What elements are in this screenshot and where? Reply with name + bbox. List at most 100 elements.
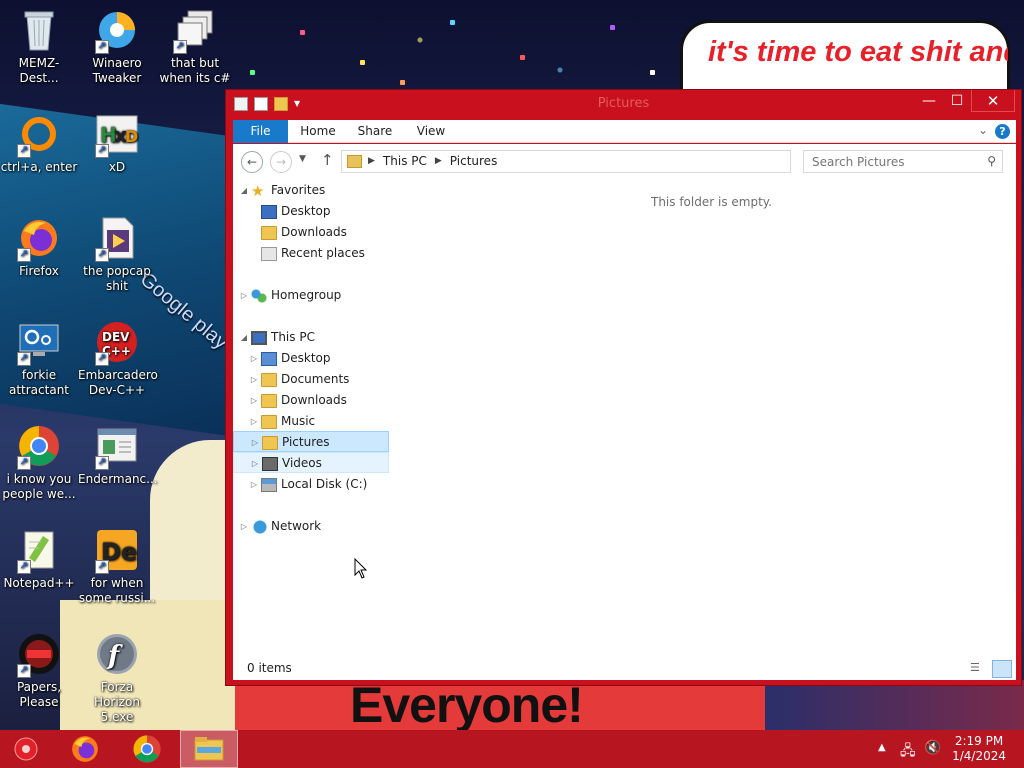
desktop-icon-endermanch[interactable]: ↗ Endermanc... xyxy=(78,422,158,487)
desktop-icon-de[interactable]: De ↗ for when some russi... xyxy=(78,526,156,606)
collapsed-caret-icon[interactable]: ▷ xyxy=(250,432,260,453)
shortcut-arrow-icon: ↗ xyxy=(95,560,109,574)
desktop-icon-ctrl-a-enter[interactable]: ↗ ctrl+a, enter xyxy=(0,110,78,175)
taskbar-firefox[interactable] xyxy=(56,730,114,768)
nav-label: Favorites xyxy=(271,183,326,197)
nav-label: This PC xyxy=(271,330,315,344)
search-input[interactable] xyxy=(804,151,979,172)
desktop-icon-memz[interactable]: MEMZ-Dest... xyxy=(0,6,78,86)
tab-view[interactable]: View xyxy=(411,120,451,143)
nav-favorites-desktop[interactable]: Desktop xyxy=(249,201,331,222)
navigation-bar: ← → ▼ ↑ ▶ This PC ▶ Pictures ▼ ↻ ⚲ xyxy=(233,144,1016,180)
pictures-folder-icon xyxy=(347,155,362,168)
title-bar[interactable]: ▼ Pictures — ☐ ✕ xyxy=(226,90,1021,119)
taskbar: ▲ 🖧 🔇 2:19 PM 1/4/2024 xyxy=(0,730,1024,768)
nav-label: Downloads xyxy=(281,225,347,239)
de-app-icon: De ↗ xyxy=(93,526,141,574)
show-hidden-icons-chevron-icon[interactable]: ▲ xyxy=(878,742,886,753)
large-icons-view-icon[interactable] xyxy=(992,660,1012,678)
collapsed-caret-icon[interactable]: ▷ xyxy=(249,369,259,390)
breadcrumb-pictures[interactable]: Pictures xyxy=(450,154,498,168)
close-button[interactable]: ✕ xyxy=(971,90,1015,112)
desktop-icon-notepadpp[interactable]: ↗ Notepad++ xyxy=(0,526,78,591)
nav-thispc-documents[interactable]: ▷ Documents xyxy=(249,369,349,390)
nav-this-pc[interactable]: ◢ This PC xyxy=(239,327,315,348)
breadcrumb-chevron-icon[interactable]: ▶ xyxy=(368,156,375,166)
network-status-icon[interactable]: 🖧 xyxy=(900,740,916,764)
nav-label: Homegroup xyxy=(271,288,342,302)
nav-label: Videos xyxy=(282,456,322,470)
expand-ribbon-chevron-icon[interactable]: ⌄ xyxy=(978,123,988,137)
nav-thispc-local-disk[interactable]: ▷ Local Disk (C:) xyxy=(249,474,367,495)
desktop-icon-chrome[interactable]: ↗ i know you people we... xyxy=(0,422,78,502)
nav-thispc-downloads[interactable]: ▷ Downloads xyxy=(249,390,347,411)
explorer-window[interactable]: ▼ Pictures — ☐ ✕ File Home Share View ⌄ … xyxy=(225,89,1022,686)
start-button[interactable] xyxy=(0,730,52,768)
nav-thispc-videos[interactable]: ▷ Videos xyxy=(233,452,389,473)
hxd-icon: HxD ↗ xyxy=(93,110,141,158)
network-icon xyxy=(251,519,267,534)
devcpp-icon: DEV C++ ↗ xyxy=(93,318,141,366)
help-icon[interactable]: ? xyxy=(995,124,1010,139)
tab-home[interactable]: Home xyxy=(293,120,343,143)
content-area: ◢ ★ Favorites Desktop Downloads Recent pla… xyxy=(233,180,1016,658)
collapsed-caret-icon[interactable]: ▷ xyxy=(239,285,249,306)
desktop-icon-devcpp[interactable]: DEV C++ ↗ Embarcadero Dev-C++ xyxy=(78,318,158,398)
desktop-icon-forza[interactable]: f Forza Horizon 5.exe xyxy=(78,630,156,725)
up-button[interactable]: ↑ xyxy=(321,151,334,169)
desktop-icon-label: the popcap shit xyxy=(83,264,151,293)
nav-homegroup[interactable]: ▷ Homegroup xyxy=(239,285,341,306)
nav-thispc-pictures[interactable]: ▷ Pictures xyxy=(233,431,389,452)
collapsed-caret-icon[interactable]: ▷ xyxy=(249,411,259,432)
forward-button[interactable]: → xyxy=(270,151,292,173)
volume-muted-icon[interactable]: 🔇 xyxy=(924,740,941,756)
svg-text:D: D xyxy=(125,127,138,146)
desktop-icon-that-but-when[interactable]: ↗ that but when its c# xyxy=(156,6,234,86)
shortcut-arrow-icon: ↗ xyxy=(95,352,109,366)
recent-locations-chevron-icon[interactable]: ▼ xyxy=(299,154,306,164)
taskbar-chrome[interactable] xyxy=(118,730,176,768)
address-bar[interactable]: ▶ This PC ▶ Pictures ▼ ↻ xyxy=(341,150,893,173)
desktop-icon-popcap[interactable]: ↗ the popcap shit xyxy=(78,214,156,294)
videos-folder-icon xyxy=(262,456,278,471)
breadcrumb: ▶ This PC ▶ Pictures xyxy=(368,154,497,168)
desktop-icon-forkie[interactable]: ↗ forkie attractant xyxy=(0,318,78,398)
nav-favorites-recent-places[interactable]: Recent places xyxy=(249,243,365,264)
desktop-icon-papers-please[interactable]: ↗ Papers, Please xyxy=(0,630,78,710)
breadcrumb-this-pc[interactable]: This PC xyxy=(383,154,427,168)
desktop-icon-winaero[interactable]: ↗ Winaero Tweaker xyxy=(78,6,156,86)
taskbar-file-explorer[interactable] xyxy=(180,730,238,768)
back-button[interactable]: ← xyxy=(241,151,263,173)
media-file-icon: ↗ xyxy=(93,214,141,262)
maximize-button[interactable]: ☐ xyxy=(943,90,971,112)
collapsed-caret-icon[interactable]: ▷ xyxy=(249,348,259,369)
details-view-icon[interactable]: ☰ xyxy=(970,661,986,677)
nav-favorites-downloads[interactable]: Downloads xyxy=(249,222,347,243)
orange-ring-icon: ↗ xyxy=(15,110,63,158)
tab-file[interactable]: File xyxy=(233,120,288,143)
tab-share[interactable]: Share xyxy=(351,120,399,143)
desktop-icon-label: forkie attractant xyxy=(8,368,70,397)
window-app-icon: ↗ xyxy=(93,422,141,470)
breadcrumb-chevron-icon[interactable]: ▶ xyxy=(435,156,442,166)
expanded-caret-icon[interactable]: ◢ xyxy=(239,180,249,201)
collapsed-caret-icon[interactable]: ▷ xyxy=(249,390,259,411)
search-box[interactable]: ⚲ xyxy=(803,150,1003,173)
start-orb-icon xyxy=(14,737,38,761)
nav-thispc-desktop[interactable]: ▷ Desktop xyxy=(249,348,331,369)
collapsed-caret-icon[interactable]: ▷ xyxy=(250,453,260,474)
desktop-icon-xd[interactable]: HxD ↗ xD xyxy=(78,110,156,175)
search-icon[interactable]: ⚲ xyxy=(987,154,996,168)
clock[interactable]: 2:19 PM 1/4/2024 xyxy=(952,734,1006,764)
navigation-pane[interactable]: ◢ ★ Favorites Desktop Downloads Recent pla… xyxy=(233,180,393,658)
collapsed-caret-icon[interactable]: ▷ xyxy=(249,474,259,495)
minimize-button[interactable]: — xyxy=(915,90,943,112)
collapsed-caret-icon[interactable]: ▷ xyxy=(239,516,249,537)
windows-stack-icon: ↗ xyxy=(171,6,219,54)
nav-favorites[interactable]: ◢ ★ Favorites xyxy=(239,180,325,201)
nav-thispc-music[interactable]: ▷ Music xyxy=(249,411,315,432)
expanded-caret-icon[interactable]: ◢ xyxy=(239,327,249,348)
shortcut-arrow-icon: ↗ xyxy=(95,456,109,470)
desktop-icon-firefox[interactable]: ↗ Firefox xyxy=(0,214,78,279)
nav-network[interactable]: ▷ Network xyxy=(239,516,321,537)
